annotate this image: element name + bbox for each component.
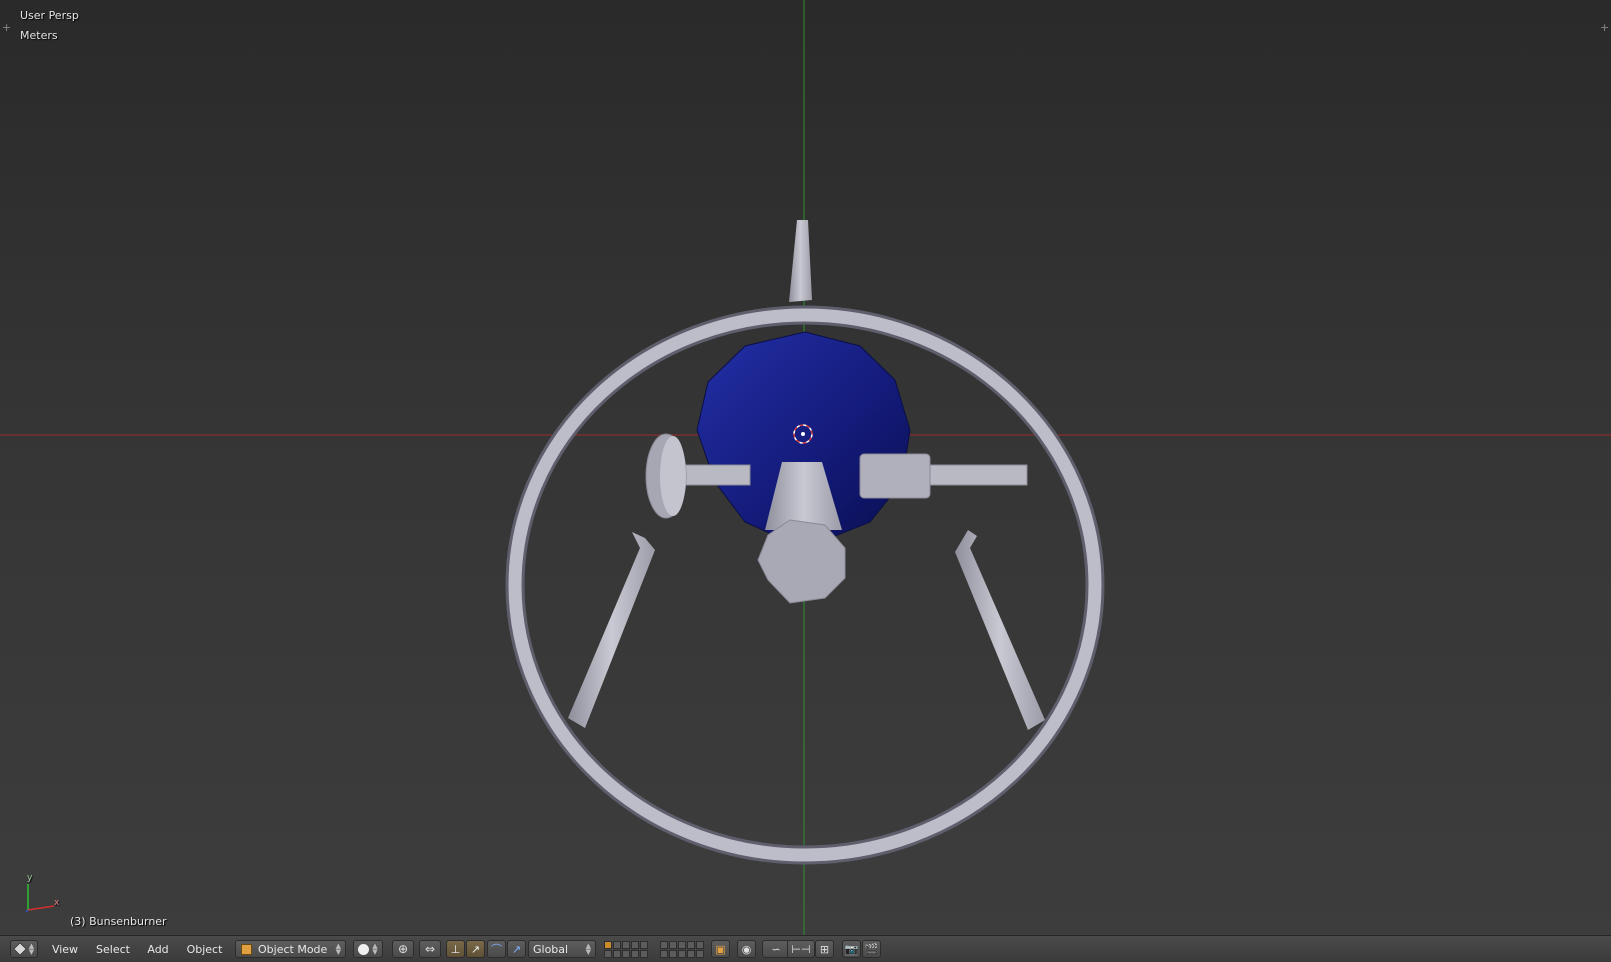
layer-20[interactable] [696, 949, 704, 958]
menu-add[interactable]: Add [147, 940, 168, 958]
layer-4[interactable] [631, 940, 639, 949]
active-object-label: (3) Bunsenburner [70, 915, 167, 928]
right-leg [955, 530, 1045, 730]
scene-canvas[interactable] [0, 0, 1611, 935]
rotate-icon: ↗ [470, 942, 481, 956]
snap-target-icon: ↗ [511, 942, 522, 956]
layer-12[interactable] [613, 949, 621, 958]
falloff-button[interactable]: ∽ [762, 940, 790, 958]
falloff-icon: ∽ [771, 942, 781, 956]
layer-icon: ▣ [715, 942, 726, 956]
manipulator-icon: ⇔ [424, 942, 436, 956]
layers-grid-1[interactable] [604, 940, 648, 958]
burner-tube-end [757, 519, 846, 604]
layers-grid-2[interactable] [660, 940, 704, 958]
cube-icon [13, 942, 27, 956]
layer-10[interactable] [696, 940, 704, 949]
3d-viewport[interactable]: User Persp Meters (3) Bunsenburner y x +… [0, 0, 1611, 935]
axis-y-label: y [27, 873, 33, 883]
shading-arrows: ▲ ▼ [372, 942, 378, 956]
render-animation-button[interactable]: 🎬 [862, 940, 881, 958]
layer-lock-button[interactable]: ▣ [711, 940, 730, 958]
layer-6[interactable] [660, 940, 668, 949]
layer-1[interactable] [604, 940, 612, 949]
layer-3[interactable] [622, 940, 630, 949]
mode-selector[interactable]: Object Mode ▲ ▼ [235, 940, 346, 958]
mode-label: Object Mode [258, 942, 328, 956]
scale-icon: ⌒ [491, 943, 502, 956]
right-valve-rod [924, 464, 1028, 486]
clapper-icon: 🎬 [864, 942, 879, 956]
layer-2[interactable] [613, 940, 621, 949]
menu-select[interactable]: Select [96, 940, 130, 958]
axis-x-label: x [54, 898, 60, 908]
scene-layers[interactable] [604, 940, 704, 958]
snap-icon: ⊢⊣ [791, 942, 811, 956]
layer-11[interactable] [604, 949, 612, 958]
layer-7[interactable] [669, 940, 677, 949]
manipulator-toggle[interactable]: ⇔ [419, 940, 441, 958]
translate-button[interactable]: ⊥ [446, 940, 465, 958]
snap-target-button[interactable]: ⊞ [815, 940, 834, 958]
layer-19[interactable] [687, 949, 695, 958]
snap-element-button[interactable]: ↗ [507, 940, 526, 958]
proportional-edit-icon: ◉ [741, 942, 752, 956]
transform-orientation-select[interactable]: Global ▲ ▼ [528, 940, 596, 958]
editor-type-arrows: ▲ ▼ [28, 942, 35, 956]
region-corner-left-icon[interactable]: + [2, 22, 11, 33]
render-icon: 📷 [844, 942, 859, 956]
layer-13[interactable] [622, 949, 630, 958]
pivot-point-button[interactable]: ⊕ [392, 940, 414, 958]
menu-view[interactable]: View [52, 940, 78, 958]
rotate-button[interactable]: ↗ [466, 940, 485, 958]
snap-button[interactable]: ⊢⊣ [787, 940, 815, 958]
left-knob-face [660, 436, 686, 516]
layer-5[interactable] [640, 940, 648, 949]
layer-18[interactable] [678, 949, 686, 958]
snap-grid-icon: ⊞ [819, 942, 830, 956]
left-leg [568, 532, 655, 728]
region-corner-right-icon[interactable]: + [1600, 22, 1609, 33]
scale-button[interactable]: ⌒ [487, 940, 506, 958]
units-label: Meters [20, 29, 58, 42]
top-prong [789, 220, 812, 302]
menu-object[interactable]: Object [187, 940, 223, 958]
view-name: User Persp [20, 9, 79, 22]
pivot-point-icon: ⊕ [397, 942, 409, 956]
editor-type-button[interactable]: ▲ ▼ [10, 940, 38, 958]
layer-16[interactable] [660, 949, 668, 958]
translate-icon: ⊥ [450, 942, 461, 956]
axis-gizmo [25, 884, 55, 913]
layer-17[interactable] [669, 949, 677, 958]
layer-15[interactable] [640, 949, 648, 958]
transform-orientation-label: Global [533, 942, 569, 956]
object-mode-cube-icon [241, 943, 252, 955]
mode-arrows: ▲ ▼ [335, 942, 341, 956]
layer-8[interactable] [678, 940, 686, 949]
render-button[interactable]: 📷 [842, 940, 861, 958]
solid-sphere-icon [358, 943, 370, 955]
orientation-arrows: ▲ ▼ [585, 942, 591, 956]
viewport-shading-button[interactable]: ▲ ▼ [353, 940, 383, 958]
viewport-header: ▲ ▼ View Select Add Object Object Mode ▲ ▼… [0, 935, 1611, 962]
blender-window: User Persp Meters (3) Bunsenburner y x +… [0, 0, 1611, 962]
layer-9[interactable] [687, 940, 695, 949]
proportional-edit-button[interactable]: ◉ [737, 940, 756, 958]
layer-14[interactable] [631, 949, 639, 958]
right-valve-body [859, 453, 931, 499]
